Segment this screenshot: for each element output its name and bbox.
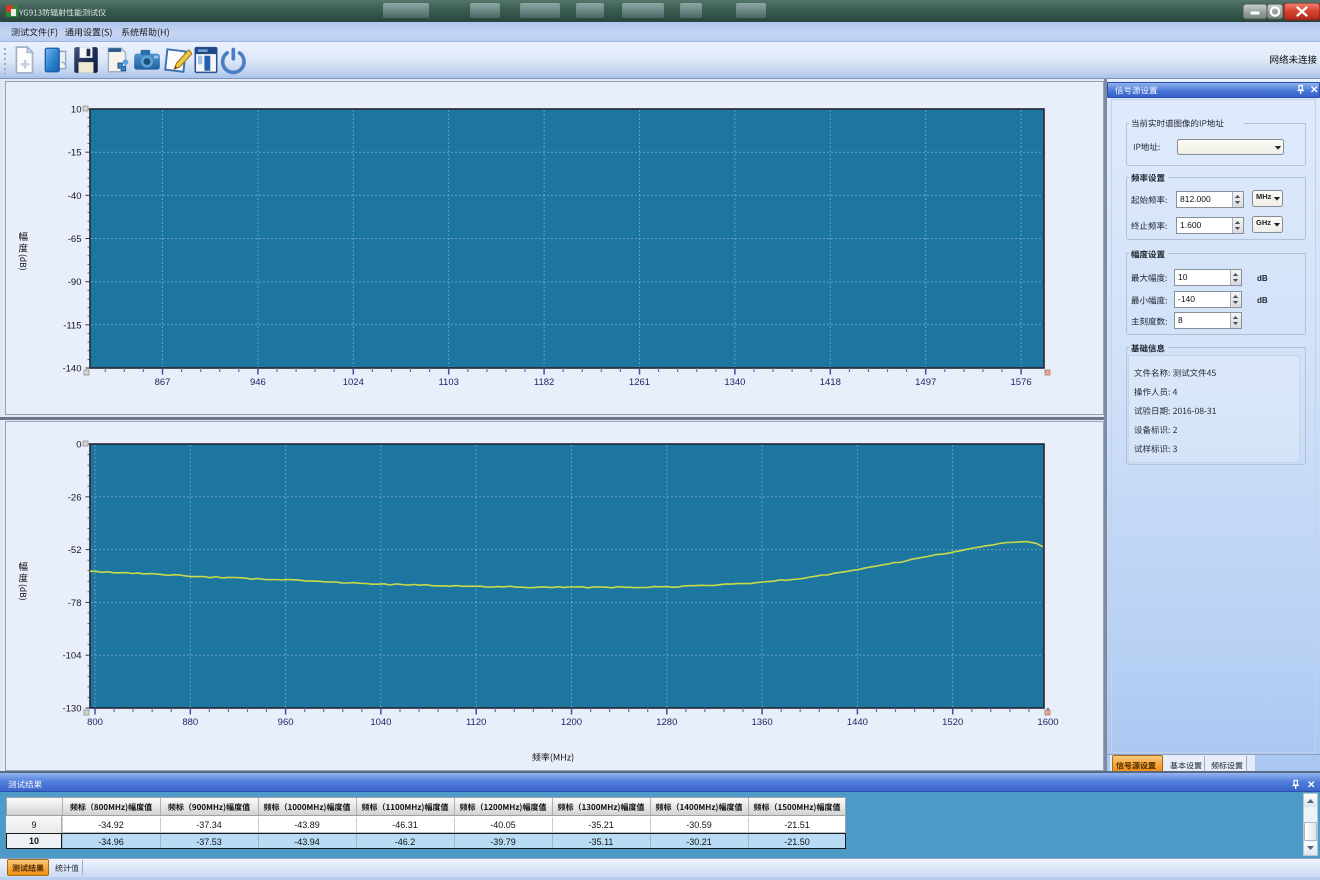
svg-text:1024: 1024: [343, 377, 364, 388]
svg-text:1040: 1040: [370, 717, 391, 728]
svg-text:-104: -104: [62, 651, 81, 662]
svg-text:880: 880: [182, 717, 198, 728]
svg-text:1576: 1576: [1011, 377, 1032, 388]
svg-text:1440: 1440: [847, 717, 868, 728]
svg-text:1103: 1103: [438, 377, 458, 388]
svg-text:-90: -90: [68, 277, 82, 288]
svg-text:1497: 1497: [915, 377, 936, 388]
svg-text:-115: -115: [63, 320, 81, 331]
svg-text:-26: -26: [68, 492, 82, 503]
svg-text:1418: 1418: [820, 377, 841, 388]
svg-text:-140: -140: [62, 364, 81, 375]
svg-text:1182: 1182: [534, 377, 554, 388]
svg-text:1340: 1340: [724, 377, 745, 388]
svg-text:10: 10: [71, 105, 82, 116]
svg-text:1200: 1200: [561, 717, 582, 728]
svg-text:-15: -15: [68, 148, 82, 159]
svg-text:1280: 1280: [656, 717, 677, 728]
svg-text:-130: -130: [62, 704, 81, 715]
svg-text:-52: -52: [68, 545, 82, 556]
svg-text:867: 867: [155, 377, 171, 388]
svg-text:1261: 1261: [629, 377, 650, 388]
svg-text:-65: -65: [68, 234, 82, 245]
svg-text:-40: -40: [68, 191, 82, 202]
svg-text:1520: 1520: [942, 717, 963, 728]
svg-text:1120: 1120: [466, 717, 486, 728]
svg-text:1360: 1360: [752, 717, 773, 728]
svg-text:1600: 1600: [1037, 717, 1058, 728]
svg-text:800: 800: [87, 717, 103, 728]
svg-text:960: 960: [278, 717, 294, 728]
svg-text:-78: -78: [68, 598, 82, 609]
svg-text:946: 946: [250, 377, 266, 388]
svg-text:0: 0: [76, 440, 81, 451]
